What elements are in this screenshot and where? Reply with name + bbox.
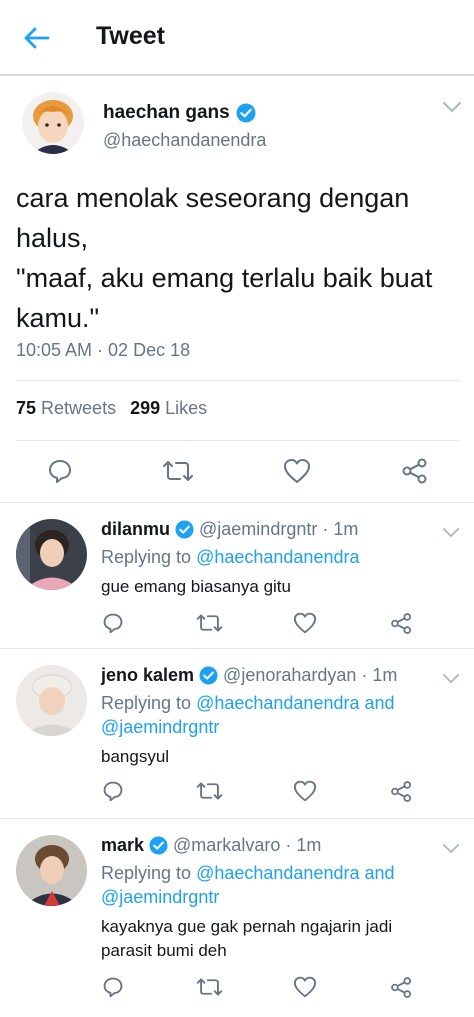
reply-header: dilanmu @jaemindrgntr · 1m (101, 519, 358, 540)
like-button[interactable] (281, 456, 313, 486)
likes-label: Likes (165, 398, 208, 418)
tweet-menu-button[interactable] (442, 100, 462, 118)
share-button[interactable] (388, 611, 414, 635)
retweet-button[interactable] (194, 779, 224, 803)
reply-avatar[interactable] (16, 835, 87, 906)
reply-avatar[interactable] (16, 665, 87, 736)
share-icon[interactable] (390, 780, 413, 803)
retweets-stat[interactable]: 75 Retweets (16, 398, 116, 419)
like-icon[interactable] (293, 780, 317, 802)
like-icon[interactable] (283, 458, 311, 484)
reply-author-handle[interactable]: @jaemindrgntr (199, 519, 317, 540)
chevron-down-icon[interactable] (442, 527, 460, 538)
like-button[interactable] (292, 779, 318, 803)
replying-to: Replying to @haechandanendra (101, 545, 431, 569)
retweet-icon[interactable] (162, 458, 194, 484)
tweet-text: cara menolak seseorang dengan halus, "ma… (16, 183, 433, 333)
share-button[interactable] (399, 456, 431, 486)
replying-to: Replying to @haechandanendra and @jaemin… (101, 691, 431, 739)
reply-icon[interactable] (102, 976, 124, 998)
reply-header: mark @markalvaro · 1m (101, 835, 321, 856)
share-icon[interactable] (401, 457, 429, 485)
reply-menu-button[interactable] (442, 841, 460, 859)
author-avatar[interactable] (22, 92, 84, 154)
reply-item[interactable]: dilanmu @jaemindrgntr · 1m Replying to @… (0, 502, 474, 648)
retweet-icon[interactable] (196, 780, 223, 802)
retweet-button[interactable] (194, 611, 224, 635)
reply-author-name[interactable]: mark (101, 835, 144, 856)
like-icon[interactable] (293, 976, 317, 998)
back-button[interactable] (22, 24, 52, 52)
reply-menu-button[interactable] (442, 671, 460, 689)
author-name-row: haechan gans (103, 102, 256, 124)
chevron-down-icon[interactable] (442, 101, 462, 113)
chevron-down-icon[interactable] (442, 843, 460, 854)
verified-badge-icon (175, 520, 194, 539)
retweets-count: 75 (16, 398, 37, 418)
reply-button[interactable] (100, 975, 126, 999)
like-button[interactable] (292, 975, 318, 999)
retweet-icon[interactable] (196, 612, 223, 634)
reply-icon[interactable] (102, 612, 124, 634)
reply-author-name[interactable]: jeno kalem (101, 665, 194, 686)
reply-author-handle[interactable]: @jenorahardyan (223, 665, 356, 686)
reply-button[interactable] (100, 779, 126, 803)
replying-to: Replying to @haechandanendra and @jaemin… (101, 861, 431, 909)
share-button[interactable] (388, 975, 414, 999)
share-icon[interactable] (390, 976, 413, 999)
replying-label: Replying to (101, 693, 192, 713)
author-name[interactable]: haechan gans (103, 102, 230, 124)
reply-author-name[interactable]: dilanmu (101, 519, 170, 540)
reply-icon[interactable] (47, 458, 73, 484)
reply-text: bangsyul (101, 747, 170, 766)
like-button[interactable] (292, 611, 318, 635)
page-title: Tweet (96, 22, 165, 50)
divider (16, 380, 459, 381)
reply-age: 1m (372, 665, 398, 685)
like-icon[interactable] (293, 612, 317, 634)
reply-icon[interactable] (102, 780, 124, 802)
replying-to-link[interactable]: @haechandanendra (196, 547, 359, 567)
meta-separator: · (322, 519, 329, 539)
verified-badge-icon (199, 666, 218, 685)
reply-item[interactable]: mark @markalvaro · 1m Replying to @haech… (0, 818, 474, 1017)
replying-label: Replying to (101, 863, 192, 883)
tweet-stats: 75 Retweets 299 Likes (16, 398, 207, 419)
reply-header: jeno kalem @jenorahardyan · 1m (101, 665, 397, 686)
tweet-timestamp[interactable]: 10:05 AM · 02 Dec 18 (16, 340, 190, 361)
meta-separator: · (361, 665, 368, 685)
reply-age: 1m (296, 835, 322, 855)
verified-badge-icon (149, 836, 168, 855)
top-bar: Tweet (0, 0, 474, 76)
share-button[interactable] (388, 779, 414, 803)
chevron-down-icon[interactable] (442, 673, 460, 684)
reply-button[interactable] (44, 456, 76, 486)
back-arrow-icon[interactable] (24, 27, 50, 49)
retweets-label: Retweets (41, 398, 117, 418)
share-icon[interactable] (390, 612, 413, 635)
reply-menu-button[interactable] (442, 525, 460, 543)
reply-text: kayaknya gue gak pernah ngajarin jadi pa… (101, 917, 393, 960)
reply-button[interactable] (100, 611, 126, 635)
reply-avatar[interactable] (16, 519, 87, 590)
verified-badge-icon (236, 103, 256, 123)
reply-author-handle[interactable]: @markalvaro (173, 835, 280, 856)
retweet-icon[interactable] (196, 976, 223, 998)
reply-item[interactable]: jeno kalem @jenorahardyan · 1m Replying … (0, 648, 474, 818)
reply-text: gue emang biasanya gitu (101, 577, 291, 596)
retweet-button[interactable] (194, 975, 224, 999)
replying-label: Replying to (101, 547, 192, 567)
reply-age: 1m (333, 519, 359, 539)
divider (16, 440, 459, 441)
meta-separator: · (285, 835, 292, 855)
author-handle[interactable]: @haechandanendra (103, 130, 266, 151)
likes-stat[interactable]: 299 Likes (130, 398, 207, 419)
retweet-button[interactable] (160, 456, 196, 486)
likes-count: 299 (130, 398, 161, 418)
